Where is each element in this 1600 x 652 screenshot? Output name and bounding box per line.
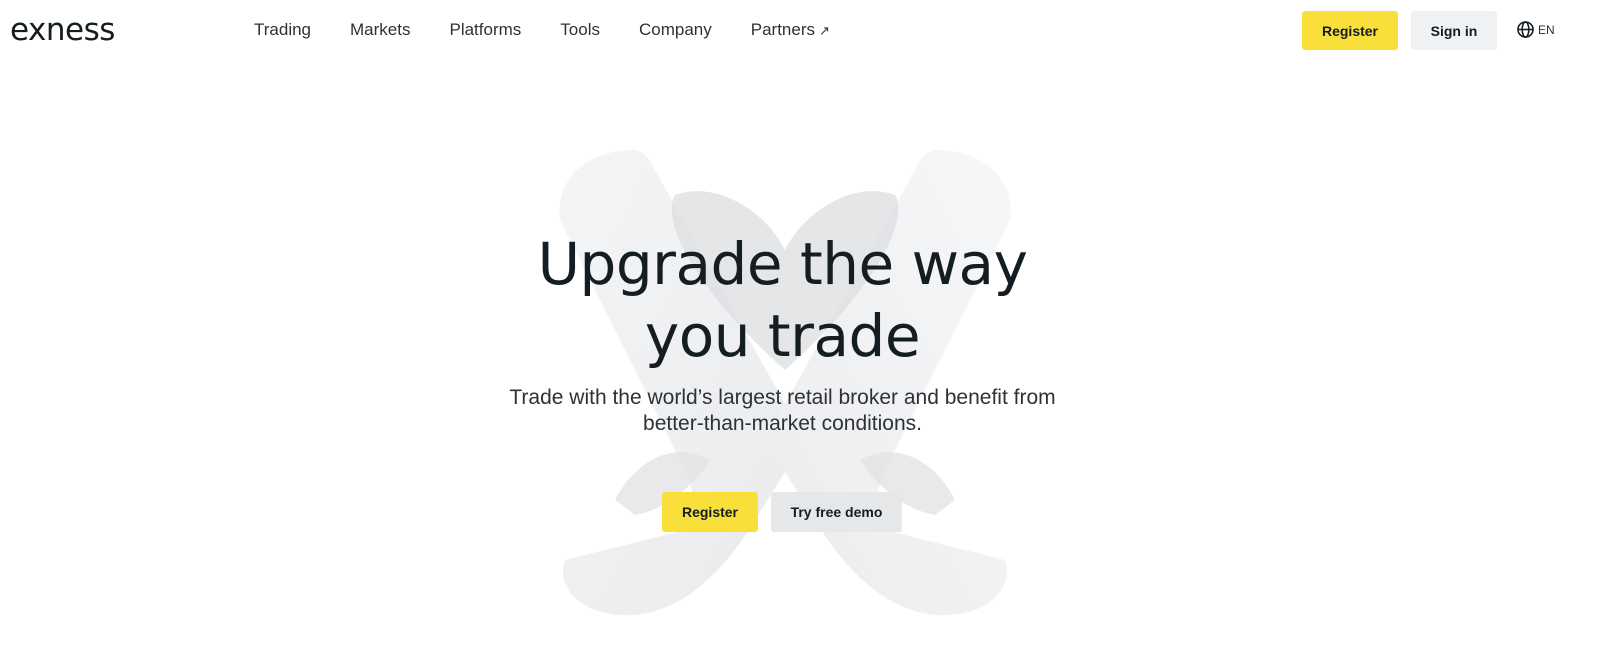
exness-logo[interactable]: exness [10, 12, 115, 48]
nav-item-trading[interactable]: Trading [254, 18, 311, 42]
hero-title-line-2: you trade [644, 302, 921, 370]
hero-subtitle-line-1: Trade with the world’s largest retail br… [509, 386, 1056, 409]
nav-label: Trading [254, 20, 312, 39]
try-free-demo-button[interactable]: Try free demo [771, 492, 902, 532]
site-header: exness Trading Markets Platforms Tools C… [0, 0, 1600, 60]
external-link-icon: ↗ [818, 22, 830, 38]
hero-title-line-1: Upgrade the way [537, 230, 1028, 298]
nav-label: Company [638, 20, 712, 39]
nav-item-tools[interactable]: Tools [560, 18, 600, 42]
hero-title: Upgrade the way you trade [0, 228, 1565, 372]
nav-label: Tools [560, 20, 600, 39]
language-selector[interactable]: EN [1516, 20, 1555, 39]
hero-subtitle-line-2: better-than-market conditions. [643, 412, 922, 435]
nav-item-partners[interactable]: Partners ↗ [751, 18, 830, 43]
hero-subtitle: Trade with the world’s largest retail br… [0, 385, 1565, 437]
header-register-button[interactable]: Register [1302, 11, 1398, 50]
main-nav: Trading Markets Platforms Tools Company … [254, 18, 869, 42]
nav-item-company[interactable]: Company [639, 18, 712, 42]
nav-item-markets[interactable]: Markets [350, 18, 410, 42]
hero-register-button[interactable]: Register [662, 492, 758, 532]
nav-label: Markets [350, 20, 411, 39]
nav-item-platforms[interactable]: Platforms [449, 18, 521, 42]
globe-icon [1517, 21, 1534, 38]
nav-label: Partners [750, 19, 815, 39]
sign-in-button[interactable]: Sign in [1411, 11, 1497, 50]
nav-label: Platforms [449, 20, 522, 39]
language-label: EN [1538, 22, 1555, 37]
hero-x-graphic [559, 150, 1011, 616]
